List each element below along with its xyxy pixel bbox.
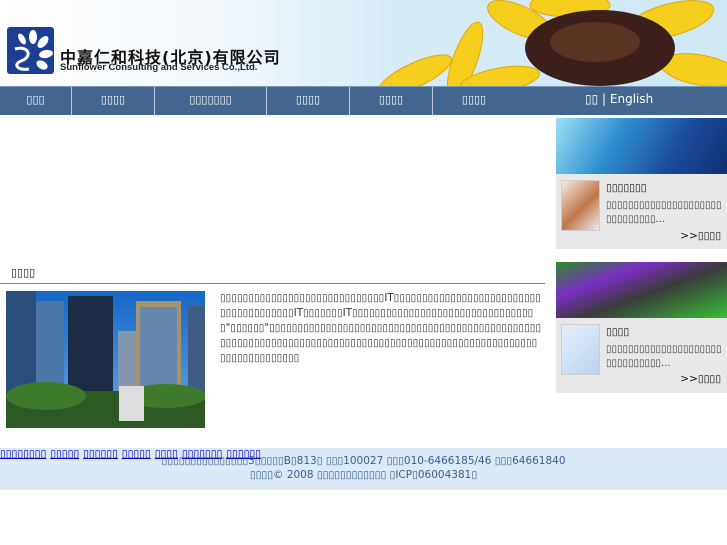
sidebar-card-2: ▯▯▯▯ ▯▯▯▯▯▯▯▯▯▯▯▯▯▯▯▯▯▯▯▯▯▯▯▯▯▯▯▯▯▯▯... … [556, 318, 727, 393]
intro-paragraph: ▯▯▯▯▯▯▯▯▯▯▯▯▯▯▯▯▯▯▯▯▯▯▯▯▯▯▯▯▯IT▯▯▯▯▯▯▯▯▯… [220, 292, 542, 364]
nav-item-2[interactable]: ▯▯▯▯ [72, 87, 155, 115]
section-divider [0, 283, 545, 284]
keyboard-image [556, 262, 727, 318]
lang-english-link[interactable]: English [610, 92, 653, 106]
card-title[interactable]: ▯▯▯▯▯▯▯ [606, 182, 646, 194]
nav-item-3[interactable]: ▯▯▯▯▯▯▯ [155, 87, 267, 115]
card-title[interactable]: ▯▯▯▯ [606, 326, 629, 338]
handshake-thumbnail [561, 180, 600, 231]
lang-separator: | [598, 92, 610, 106]
card-text: ▯▯▯▯▯▯▯▯▯▯▯▯▯▯▯▯▯▯▯▯▯▯▯▯▯▯▯▯▯▯▯... [606, 344, 722, 369]
globe-keyboard-image [556, 118, 727, 174]
sunflower-image [370, 0, 727, 86]
footer-address: ▯▯▯▯▯▯▯▯▯▯▯▯▯▯▯3▯▯▯▯▯B▯813▯ ▯▯▯100027 ▯▯… [161, 455, 566, 467]
sidebar-card-1: ▯▯▯▯▯▯▯ ▯▯▯▯▯▯▯▯▯▯▯▯▯▯▯▯▯▯▯▯▯▯▯▯▯▯▯▯▯▯..… [556, 174, 727, 249]
section-title: ▯▯▯▯ [11, 266, 36, 279]
nav-item-home[interactable]: ▯▯▯ [0, 87, 72, 115]
more-link[interactable]: >>▯▯▯▯ [680, 373, 721, 385]
footer-copyright: ▯▯▯▯© 2008 ▯▯▯▯▯▯▯▯▯▯▯▯ ▯ICP▯06004381▯ [249, 469, 478, 481]
header-banner: 中嘉仁和科技(北京)有限公司 Sunflower Consulting and … [0, 0, 727, 86]
computer-thumbnail [561, 324, 600, 375]
nav-item-4[interactable]: ▯▯▯▯ [267, 87, 350, 115]
nav-item-5[interactable]: ▯▯▯▯ [350, 87, 433, 115]
language-switch: ▯▯ | English [585, 87, 653, 112]
lang-chinese-link[interactable]: ▯▯ [585, 92, 598, 106]
card-text: ▯▯▯▯▯▯▯▯▯▯▯▯▯▯▯▯▯▯▯▯▯▯▯▯▯▯▯▯▯▯... [606, 200, 722, 225]
company-name-en: Sunflower Consulting and Services Co.,Lt… [60, 62, 258, 73]
logo-icon [7, 27, 54, 74]
nav-item-6[interactable]: ▯▯▯▯ [433, 87, 515, 115]
buildings-photo [6, 291, 205, 428]
main-nav: ▯▯▯ ▯▯▯▯ ▯▯▯▯▯▯▯ ▯▯▯▯ ▯▯▯▯ ▯▯▯▯ ▯▯ | Eng… [0, 86, 727, 115]
more-link[interactable]: >>▯▯▯▯ [680, 230, 721, 242]
